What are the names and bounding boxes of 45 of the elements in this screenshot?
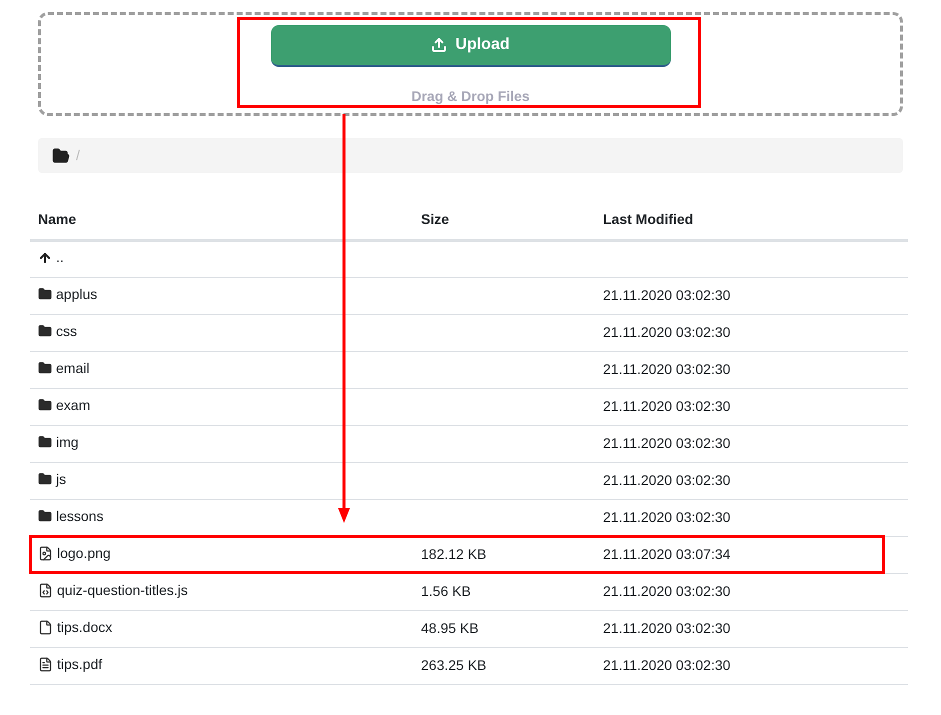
folder-icon (38, 435, 52, 450)
code-file-icon (38, 582, 53, 598)
folder-icon (38, 398, 52, 412)
file-link[interactable]: quiz-question-titles.js (38, 580, 188, 600)
modified-cell: 21.11.2020 03:02:30 (603, 583, 730, 599)
folder-open-icon[interactable] (52, 146, 70, 164)
file-link[interactable]: tips.docx (38, 616, 112, 638)
folder-icon (38, 324, 52, 338)
folder-icon (38, 472, 52, 486)
size-cell: 182.12 KB (421, 546, 486, 562)
file-link[interactable]: email (38, 358, 90, 379)
drop-hint: Drag & Drop Files (411, 87, 530, 106)
pdf-file-icon (38, 656, 53, 672)
modified-cell: 21.11.2020 03:07:34 (603, 546, 730, 562)
modified-cell: 21.11.2020 03:02:30 (603, 620, 730, 636)
upload-icon (431, 37, 448, 53)
column-header[interactable]: Last Modified (595, 200, 908, 240)
image-file-icon (38, 546, 53, 560)
modified-cell: 21.11.2020 03:02:30 (603, 509, 730, 525)
size-cell: 48.95 KB (421, 620, 479, 636)
file-icon (38, 620, 53, 634)
file-link[interactable]: .. (38, 247, 64, 268)
modified-cell: 21.11.2020 03:02:30 (603, 398, 730, 414)
modified-cell: 21.11.2020 03:02:30 (603, 287, 730, 303)
file-link[interactable]: css (38, 320, 77, 342)
modified-cell: 21.11.2020 03:02:30 (603, 472, 730, 488)
file-link[interactable]: applus (38, 284, 98, 305)
column-header[interactable]: Size (413, 200, 595, 240)
size-cell: 1.56 KB (421, 583, 471, 599)
modified-cell: 21.11.2020 03:02:30 (603, 324, 730, 340)
file-link[interactable]: lessons (38, 506, 104, 527)
folder-icon (38, 287, 52, 302)
file-link[interactable]: logo.png (38, 542, 111, 564)
modified-cell: 21.11.2020 03:02:30 (603, 361, 730, 377)
modified-cell: 21.11.2020 03:02:30 (603, 435, 730, 451)
folder-icon (38, 361, 52, 376)
size-cell: 263.25 KB (421, 657, 486, 673)
folder-icon (38, 509, 52, 524)
file-link[interactable]: exam (38, 394, 90, 416)
file-link[interactable]: img (38, 432, 79, 453)
breadcrumb-separator: / (76, 146, 80, 165)
file-link[interactable]: js (38, 468, 66, 490)
file-link[interactable]: tips.pdf (38, 654, 102, 674)
modified-cell: 21.11.2020 03:02:30 (603, 657, 730, 673)
column-header[interactable]: Name (30, 200, 413, 240)
